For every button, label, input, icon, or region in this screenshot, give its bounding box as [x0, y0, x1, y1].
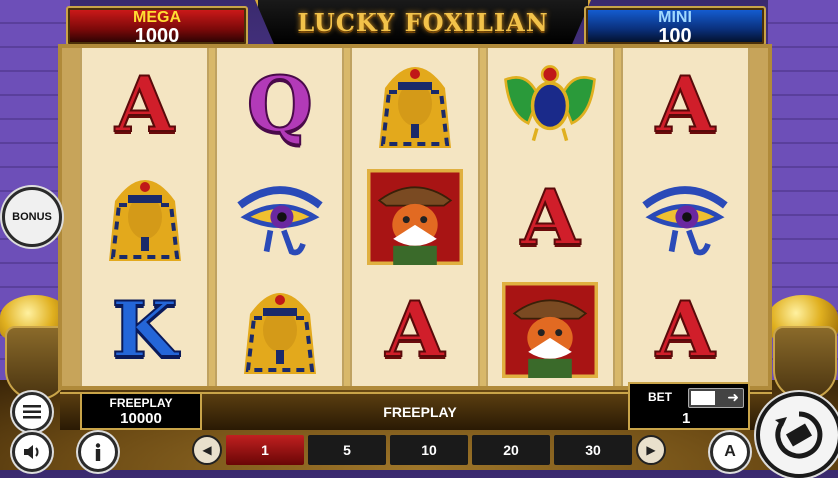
symbol-k: K [111, 284, 179, 375]
reel-cell: A [352, 273, 477, 386]
toggle-knob [691, 391, 715, 405]
reel-cell: A [488, 161, 613, 274]
auto-icon: A [724, 443, 736, 460]
mega-jackpot-value: 1000 [134, 25, 180, 47]
bet-options: 1 5 10 20 30 [226, 435, 632, 465]
bet-value: 1 [682, 410, 691, 427]
menu-button[interactable] [12, 392, 52, 432]
fox-wild-icon [367, 169, 463, 265]
scarab-icon [502, 56, 598, 152]
status-text: FREEPLAY [383, 404, 457, 420]
symbol-a: A [655, 284, 716, 375]
pharaoh-icon [97, 169, 193, 265]
game-logo: LUCKY FOXILIAN [255, 0, 591, 47]
game-title: LUCKY FOXILIAN [297, 7, 549, 37]
reel-cell: A [623, 273, 748, 386]
hieroglyph-border-left [62, 48, 80, 386]
reel-cell: Q [217, 48, 342, 161]
bet-option[interactable]: 20 [472, 435, 550, 465]
bet-option[interactable]: 10 [390, 435, 468, 465]
hamburger-icon [23, 405, 41, 419]
symbol-a: A [520, 172, 581, 263]
reel-cell [623, 161, 748, 274]
bet-option[interactable]: 5 [308, 435, 386, 465]
bet-selector: ◀ 1 5 10 20 30 ▶ [192, 434, 666, 466]
reel-cell [488, 273, 613, 386]
reel-cell [488, 48, 613, 161]
hieroglyph-border-right [750, 48, 768, 386]
reels-grid: AKQAAAA [80, 48, 751, 386]
bet-option[interactable]: 30 [554, 435, 632, 465]
arrow-right-icon: ➜ [727, 389, 739, 405]
reel-cell [82, 161, 207, 274]
reel-4: A [485, 48, 615, 386]
freeplay-label: FREEPLAY [109, 396, 173, 410]
reel-frame: AKQAAAA [58, 44, 772, 390]
mini-jackpot: MINI 100 [584, 6, 766, 46]
bet-display: BET ➜ 1 [628, 382, 750, 430]
autoplay-button[interactable]: A [710, 432, 750, 472]
symbol-a: A [114, 59, 175, 150]
reel-cell [352, 48, 477, 161]
pharaoh-icon [232, 282, 328, 378]
eye-of-horus-icon [637, 169, 733, 265]
freeplay-value: 10000 [120, 410, 162, 427]
freeplay-balance: FREEPLAY 10000 [80, 392, 202, 430]
reel-cell: K [82, 273, 207, 386]
chevron-right-icon[interactable]: ▶ [636, 435, 666, 465]
symbol-a: A [385, 284, 446, 375]
reel-1: AK [80, 48, 210, 386]
info-icon [95, 443, 101, 461]
reel-cell [352, 161, 477, 274]
mini-jackpot-value: 100 [658, 25, 692, 47]
mini-jackpot-label: MINI [658, 9, 692, 26]
bet-option[interactable]: 1 [226, 435, 304, 465]
reel-cell [217, 273, 342, 386]
bet-toggle[interactable]: ➜ [688, 388, 744, 408]
symbol-a: A [655, 59, 716, 150]
mega-jackpot-label: MEGA [133, 9, 181, 26]
reel-2: Q [215, 48, 345, 386]
reel-3: A [350, 48, 480, 386]
fox-wild-icon [502, 281, 599, 378]
gold-pot-right [768, 290, 838, 400]
sound-button[interactable] [12, 432, 52, 472]
reel-5: AA [620, 48, 751, 386]
speaker-icon [24, 445, 39, 459]
reel-cell [217, 161, 342, 274]
chevron-left-icon[interactable]: ◀ [192, 435, 222, 465]
spin-arrows-icon [775, 411, 823, 459]
eye-of-horus-icon [232, 169, 328, 265]
mega-jackpot: MEGA 1000 [66, 6, 248, 46]
info-button[interactable] [78, 432, 118, 472]
bonus-button[interactable]: BONUS [2, 187, 62, 247]
symbol-q: Q [246, 59, 314, 150]
reel-cell: A [82, 48, 207, 161]
bet-label: BET [648, 390, 672, 404]
bonus-label: BONUS [12, 211, 52, 223]
pharaoh-icon [367, 56, 463, 152]
spin-button[interactable] [756, 392, 838, 478]
reel-cell: A [623, 48, 748, 161]
